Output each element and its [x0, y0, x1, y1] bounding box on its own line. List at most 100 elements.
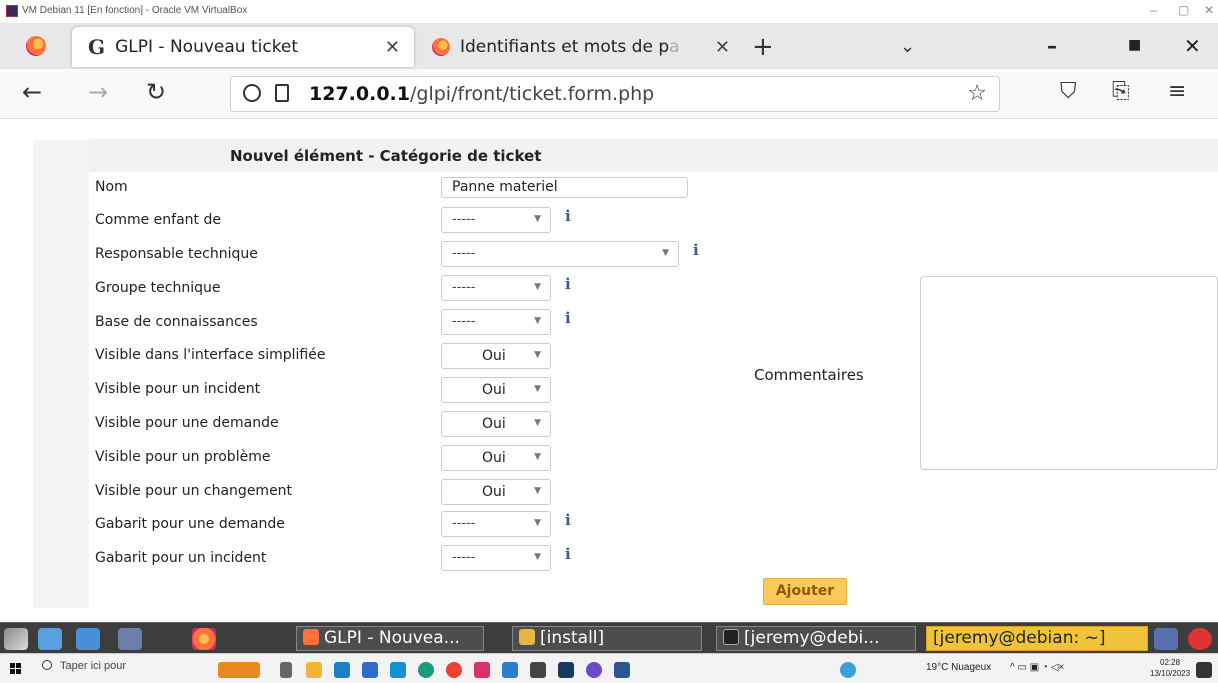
knowbase-select[interactable]: ----- ▼: [441, 309, 551, 335]
name-input[interactable]: Panne materiel: [441, 177, 688, 198]
info-icon[interactable]: i: [565, 511, 571, 529]
new-tab-button[interactable]: +: [752, 32, 774, 62]
forward-arrow-icon[interactable]: →: [88, 78, 108, 106]
info-icon[interactable]: i: [693, 241, 699, 259]
label-gabarit-demande: Gabarit pour une demande: [95, 516, 285, 532]
task-glpi[interactable]: GLPI - Nouvea...: [296, 626, 484, 651]
navigation-toolbar: ← → ↻ 127.0.0.1/glpi/front/ticket.form.p…: [0, 69, 1218, 119]
terminal-launcher-icon[interactable]: [118, 628, 142, 650]
label-visible-incident: Visible pour un incident: [95, 381, 261, 397]
vbox-close-button[interactable]: ✕: [1204, 3, 1214, 17]
visible-incident-select[interactable]: Oui ▼: [441, 377, 551, 403]
label-comme-enfant-de: Comme enfant de: [95, 212, 221, 228]
info-icon[interactable]: i: [565, 309, 571, 327]
visible-helpdesk-select[interactable]: Oui ▼: [441, 343, 551, 369]
label-visible-probleme: Visible pour un problème: [95, 449, 271, 465]
task-terminal-1[interactable]: [jeremy@debi...: [716, 626, 916, 651]
file-explorer-icon[interactable]: [306, 662, 322, 678]
vbox-maximize-button[interactable]: ▢: [1178, 3, 1189, 17]
request-template-select[interactable]: ----- ▼: [441, 511, 551, 537]
bookmark-star-icon[interactable]: ☆: [967, 81, 987, 106]
close-window-icon[interactable]: ✕: [1184, 34, 1201, 58]
vbox-minimize-button[interactable]: –: [1150, 3, 1157, 17]
search-icon: [42, 660, 52, 670]
tech-user-select[interactable]: ----- ▼: [441, 241, 679, 267]
app-icon[interactable]: [390, 662, 406, 678]
incident-template-select[interactable]: ----- ▼: [441, 545, 551, 571]
app-icon[interactable]: [840, 662, 856, 678]
notification-icon[interactable]: [1196, 662, 1212, 678]
vbox-title-bar: VM Debian 11 [En fonction] - Oracle VM V…: [0, 0, 1218, 23]
visible-change-select[interactable]: Oui ▼: [441, 479, 551, 505]
label-visible-demande: Visible pour une demande: [95, 415, 279, 431]
visible-problem-select[interactable]: Oui ▼: [441, 445, 551, 471]
windows-start-icon[interactable]: [10, 663, 22, 675]
task-install[interactable]: [install]: [512, 626, 702, 651]
app-icon[interactable]: [474, 662, 490, 678]
label-base-de-connaissances: Base de connaissances: [95, 314, 258, 330]
url-text[interactable]: 127.0.0.1/glpi/front/ticket.form.php: [309, 83, 654, 105]
label-responsable-technique: Responsable technique: [95, 246, 258, 262]
virtualbox-icon: [6, 5, 18, 17]
chrome-icon[interactable]: [446, 662, 462, 678]
page-info-icon[interactable]: [275, 84, 289, 102]
edge-icon[interactable]: [418, 662, 434, 678]
info-icon[interactable]: i: [565, 275, 571, 293]
network-icon[interactable]: [1154, 628, 1178, 650]
label-gabarit-incident: Gabarit pour un incident: [95, 550, 267, 566]
comment-label: Commentaires: [754, 366, 864, 384]
tab-glpi-nouveau-ticket[interactable]: G GLPI - Nouveau ticket ✕: [72, 27, 414, 67]
tab-close-icon[interactable]: ✕: [385, 37, 400, 58]
app-icon[interactable]: [586, 662, 602, 678]
info-icon[interactable]: i: [565, 207, 571, 225]
label-visible-helpdesk: Visible dans l'interface simplifiée: [95, 347, 326, 363]
task-view-icon[interactable]: [280, 662, 292, 678]
firefox-icon: [432, 38, 450, 56]
tab-label: GLPI - Nouveau ticket: [115, 37, 299, 57]
firefox-menu-icon[interactable]: [26, 36, 46, 56]
tracking-protection-icon[interactable]: [243, 84, 261, 102]
hamburger-menu-icon[interactable]: ≡: [1168, 79, 1186, 104]
weather-widget[interactable]: 19°C Nuageux: [926, 662, 991, 673]
label-groupe-technique: Groupe technique: [95, 280, 221, 296]
windows-taskbar: Taper ici pour 19°C Nuageux ^ ▭ ▣ ◔ ◁× 0…: [0, 653, 1218, 683]
xfce-panel: GLPI - Nouvea... [install] [jeremy@debi.…: [0, 622, 1218, 653]
label-nom: Nom: [95, 179, 128, 195]
tab-label-fade: a: [669, 37, 680, 57]
vscode-icon[interactable]: [502, 662, 518, 678]
tab-identifiants[interactable]: Identifiants et mots de pa ✕: [420, 27, 740, 67]
maximize-icon[interactable]: ■: [1128, 37, 1141, 53]
browser-tab-strip: G GLPI - Nouveau ticket ✕ Identifiants e…: [0, 23, 1218, 69]
dropbox-icon[interactable]: [362, 662, 378, 678]
task-terminal-2[interactable]: [jeremy@debian: ~]: [926, 626, 1148, 651]
search-box[interactable]: Taper ici pour: [42, 660, 126, 672]
extensions-icon[interactable]: ⎘: [1112, 79, 1130, 104]
app-menu-icon[interactable]: [4, 628, 28, 650]
tray-icons[interactable]: ^ ▭ ▣ ◔ ◁×: [1010, 662, 1064, 673]
comment-textarea[interactable]: [920, 276, 1218, 470]
tab-close-icon[interactable]: ✕: [715, 37, 730, 58]
back-arrow-icon[interactable]: ←: [22, 78, 42, 106]
word-icon[interactable]: [614, 662, 630, 678]
firefox-launcher-icon[interactable]: [192, 628, 216, 650]
clock[interactable]: 02:28 13/10/2023: [1150, 657, 1190, 679]
reload-icon[interactable]: ↻: [146, 78, 166, 106]
info-icon[interactable]: i: [565, 545, 571, 563]
url-bar[interactable]: 127.0.0.1/glpi/front/ticket.form.php ☆: [230, 76, 1000, 112]
file-manager-icon[interactable]: [76, 628, 100, 650]
glpi-icon: G: [88, 35, 106, 59]
widget-icon[interactable]: [218, 662, 260, 678]
add-button[interactable]: Ajouter: [763, 578, 847, 605]
parent-select[interactable]: ----- ▼: [441, 207, 551, 233]
virtualbox-icon[interactable]: [558, 662, 574, 678]
visible-request-select[interactable]: Oui ▼: [441, 411, 551, 437]
desktop-icon[interactable]: [38, 628, 62, 650]
power-icon[interactable]: [1188, 628, 1212, 650]
vbox-window-title: VM Debian 11 [En fonction] - Oracle VM V…: [22, 5, 248, 16]
pocket-icon[interactable]: ⛉: [1060, 79, 1077, 104]
app-icon[interactable]: [530, 662, 546, 678]
minimize-icon[interactable]: –: [1047, 34, 1057, 58]
list-all-tabs-icon[interactable]: ⌄: [900, 36, 915, 57]
tech-group-select[interactable]: ----- ▼: [441, 275, 551, 301]
store-icon[interactable]: [334, 662, 350, 678]
